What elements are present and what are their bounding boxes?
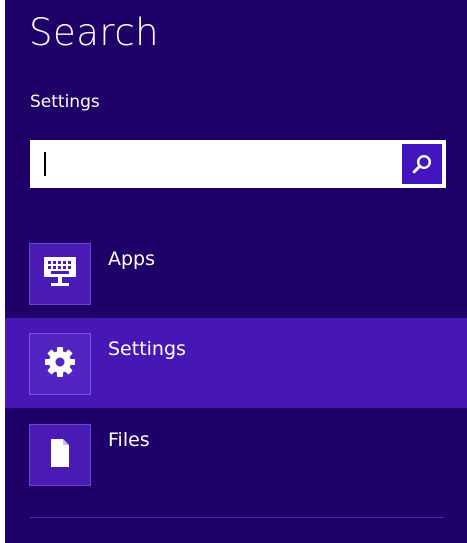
result-label-files: Files: [108, 429, 150, 451]
result-label-settings: Settings: [108, 338, 186, 360]
search-charm-pane: Search Settings Apps Settings Files: [5, 0, 467, 543]
result-label-apps: Apps: [108, 248, 156, 270]
search-result-apps[interactable]: Apps: [5, 228, 467, 318]
files-tile: [29, 424, 91, 486]
settings-tile: [29, 333, 91, 395]
gear-icon: [43, 345, 77, 383]
document-icon: [47, 437, 73, 473]
search-icon: [411, 153, 433, 175]
search-input[interactable]: [30, 140, 398, 188]
divider: [30, 517, 444, 518]
apps-tile: [29, 243, 91, 305]
page-title: Search: [29, 11, 160, 54]
keyboard-icon: [42, 255, 78, 293]
search-box: [30, 140, 446, 188]
search-button[interactable]: [402, 144, 442, 184]
text-caret: [44, 152, 46, 176]
search-result-settings[interactable]: Settings: [5, 318, 467, 408]
search-scope-label: Settings: [30, 92, 100, 112]
search-result-files[interactable]: Files: [5, 409, 467, 499]
